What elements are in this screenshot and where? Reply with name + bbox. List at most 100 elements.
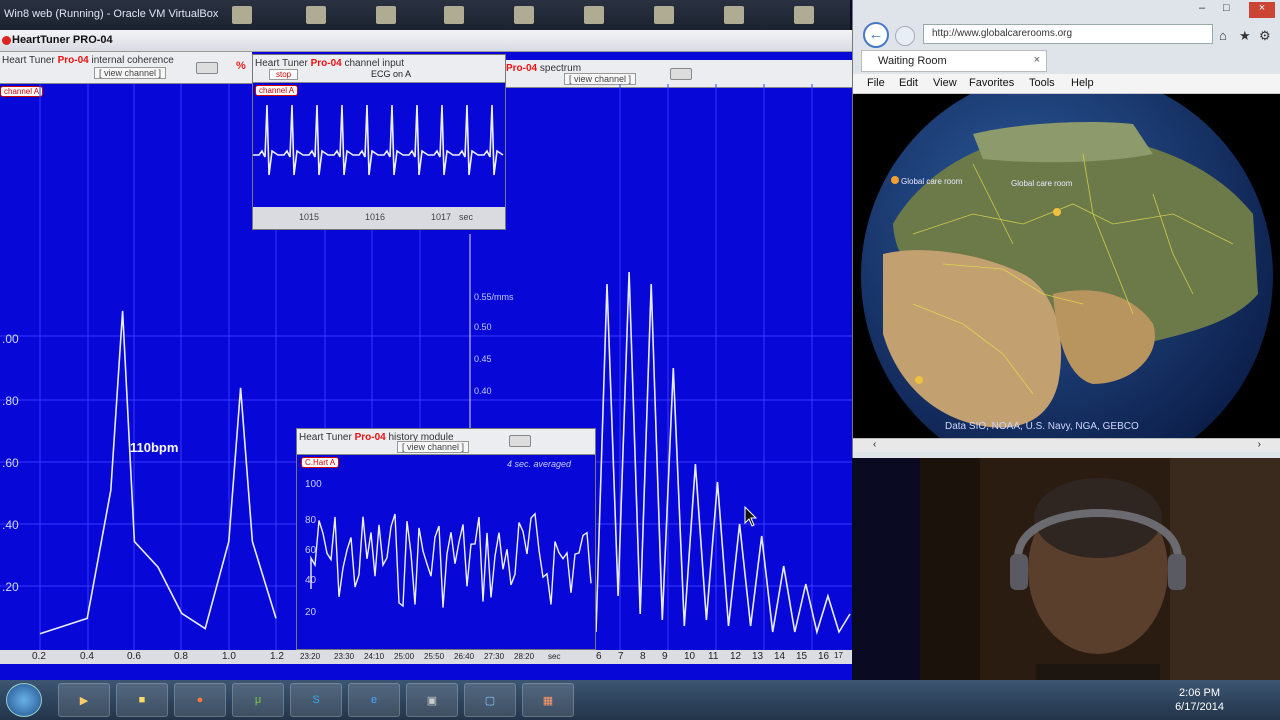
gear-icon[interactable]: ⚙ [1259,28,1271,44]
tab-close-icon[interactable]: × [1034,54,1040,66]
system-clock[interactable]: 2:06 PM 6/17/2014 [1175,686,1224,714]
x-tick: 12 [730,651,742,662]
menu-tools[interactable]: Tools [1029,77,1055,89]
menu-favorites[interactable]: Favorites [969,77,1014,89]
menu-file[interactable]: File [867,77,885,89]
ecg-panel[interactable]: Heart Tuner Pro-04 channel input ECG on … [252,54,506,230]
spectrum-y-tick: 0.50 [474,322,492,332]
globe-view[interactable]: Global care room Global care room Data S… [853,94,1280,438]
vm-thumb-icon[interactable] [584,6,604,24]
favorites-star-icon[interactable]: ★ [1239,28,1251,44]
ecg-x-tick: 1017 [431,212,452,222]
vm-title-bar: Win8 web (Running) - Oracle VM VirtualBo… [0,0,850,30]
coherence-panel-header: Heart Tuner Pro-04 internal coherence [ … [0,52,252,84]
mouse-cursor-icon [744,506,758,527]
maximize-icon[interactable]: □ [1223,2,1230,14]
x-tick: 26:40 [454,652,475,661]
camera-button[interactable] [509,435,531,447]
history-view-channel[interactable]: [ view channel ] [397,441,470,453]
start-button-icon[interactable] [6,683,42,717]
back-button-icon[interactable]: ← [863,22,889,48]
home-icon[interactable]: ⌂ [1219,28,1227,43]
heart-icon [2,36,11,45]
history-channel-tag: C.Hart A [301,457,340,468]
history-panel[interactable]: Heart Tuner Pro-04 history module [ view… [296,428,596,650]
close-icon[interactable]: × [1249,2,1275,18]
history-trace [310,512,592,608]
hearttuner-window: HeartTuner PRO-04 Heart Tuner Pro-04 int… [0,30,852,680]
map-attribution: Data SIO, NOAA, U.S. Navy, NGA, GEBCO [945,421,1139,432]
x-tick: 23:20 [300,652,321,661]
clock-date: 6/17/2014 [1175,701,1224,713]
x-tick: 1.2 [270,651,284,662]
remote-desktop-icon[interactable]: ▣ [406,683,458,717]
window-controls: – □ × [1199,2,1277,20]
firefox-icon[interactable]: ● [174,683,226,717]
hearttuner-titlebar: HeartTuner PRO-04 [0,30,852,52]
vm-thumb-icon[interactable] [232,6,252,24]
x-tick: 11 [708,651,719,662]
x-unit: sec [548,652,561,661]
vm-thumb-icon[interactable] [654,6,674,24]
address-bar[interactable]: http://www.globalcarerooms.org [923,24,1213,44]
coherence-view-channel[interactable]: [ view channel ] [94,67,167,79]
menu-help[interactable]: Help [1071,77,1094,89]
forward-button-icon[interactable] [895,26,915,46]
vm-thumb-icon[interactable] [444,6,464,24]
stop-button[interactable]: stop [269,69,299,80]
percent-icon[interactable]: % [236,60,246,72]
coherence-brand: Heart Tuner Pro-04 internal coherence [2,55,174,66]
menu-view[interactable]: View [933,77,957,89]
minimize-icon[interactable]: – [1199,2,1205,14]
x-tick: 1.0 [222,651,236,662]
vm-thumb-icon[interactable] [306,6,326,24]
camera-button[interactable] [670,68,692,80]
horizontal-scrollbar[interactable]: ‹ › [853,438,1280,452]
ecg-x-tick: 1015 [299,212,320,222]
vm-thumb-icon[interactable] [794,6,814,24]
coherence-series-line [39,310,277,635]
app-grid-icon[interactable]: ▦ [522,683,574,717]
file-explorer-icon[interactable]: ■ [116,683,168,717]
x-tick: 15 [796,651,808,662]
map-pin-icon [1053,208,1061,216]
clock-time: 2:06 PM [1179,687,1221,699]
menu-edit[interactable]: Edit [899,77,918,89]
y-tick: .80 [2,394,19,408]
x-tick: 0.8 [174,651,188,662]
browser-window: – □ × ← http://www.globalcarerooms.org ⌂… [852,0,1280,458]
vm-thumb-icon[interactable] [514,6,534,24]
camera-button[interactable] [196,62,218,74]
map-pin-icon [915,376,923,384]
ecg-trace [253,104,504,176]
vm-thumb-icon[interactable] [376,6,396,24]
globe-image: Global care room Global care room [861,94,1273,438]
history-avg-note: 4 sec. averaged [507,459,572,469]
ecg-brand: Heart Tuner Pro-04 channel input [255,58,404,69]
tab-waiting-room[interactable]: Waiting Room × [861,50,1047,72]
vm-thumb-icon[interactable] [724,6,744,24]
internet-explorer-icon[interactable]: e [348,683,400,717]
scroll-right-icon[interactable]: › [1258,439,1261,450]
x-tick: 14 [774,651,786,662]
scroll-left-icon[interactable]: ‹ [873,439,876,450]
x-tick: 10 [684,651,696,662]
y-tick: .20 [2,580,19,594]
x-tick: 8 [640,651,646,662]
ecg-x-unit: sec [459,212,474,222]
spectrum-y-tick: 0.45 [474,354,492,364]
x-tick: 23:30 [334,652,355,661]
peak-bpm-label: 110bpm [130,440,179,455]
utorrent-icon[interactable]: μ [232,683,284,717]
x-tick: 24:10 [364,652,385,661]
virtualbox-icon[interactable]: ▢ [464,683,516,717]
x-tick: 17 [834,651,843,660]
menu-bar: File Edit View Favorites Tools Help [853,74,1280,94]
media-player-icon[interactable]: ▶ [58,683,110,717]
x-tick: 9 [662,651,668,662]
skype-icon[interactable]: S [290,683,342,717]
x-tick: 13 [752,651,764,662]
y-tick: .40 [2,518,19,532]
x-tick: 0.2 [32,651,46,662]
spectrum-unit-label: 0.55/mms [474,292,514,302]
